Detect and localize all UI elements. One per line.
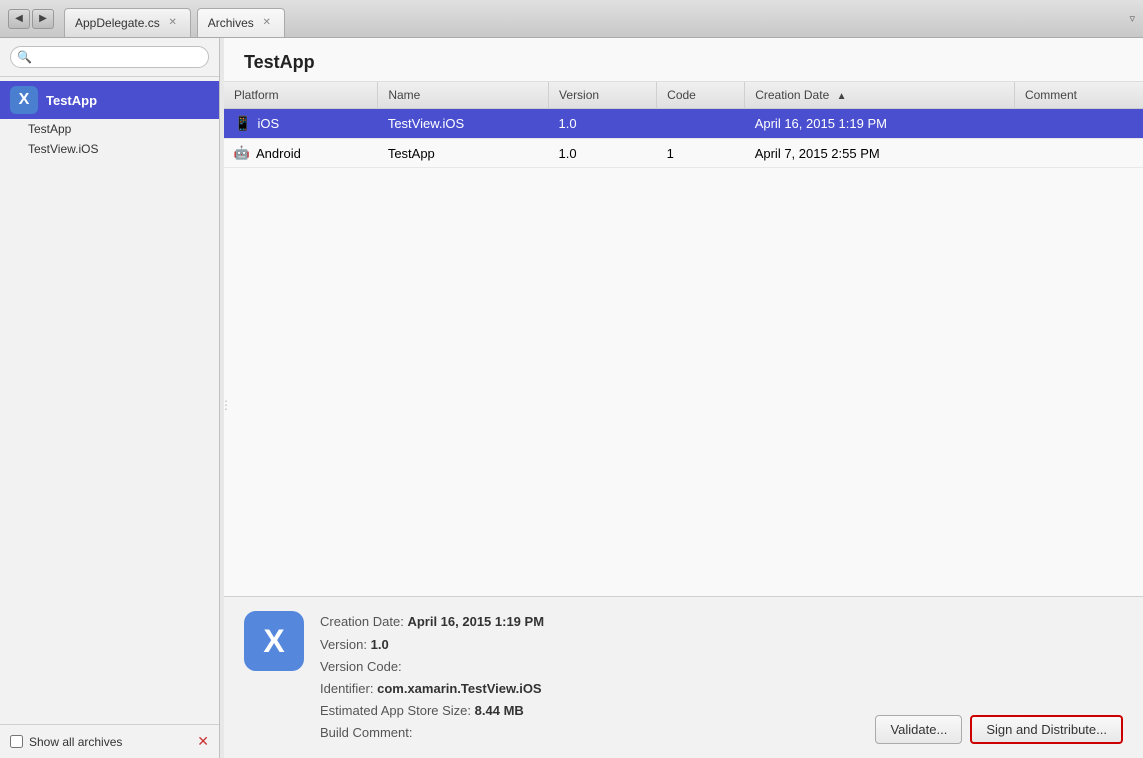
row2-comment [1014, 139, 1143, 168]
row1-version: 1.0 [549, 109, 657, 139]
archives-data-table: Platform Name Version Code Creation Date [224, 82, 1143, 168]
row1-platform: 📱 iOS [224, 109, 378, 139]
tab-archives[interactable]: Archives ✕ [197, 8, 285, 38]
detail-app-icon: X [244, 611, 304, 671]
android-icon: 🤖 [234, 145, 250, 161]
validate-button[interactable]: Validate... [875, 715, 962, 744]
sidebar-tree: X TestApp TestApp TestView.iOS [0, 77, 219, 724]
sidebar-subitem-testview-ios-label: TestView.iOS [28, 142, 98, 156]
row1-code [657, 109, 745, 139]
row2-platform: 🤖 Android [224, 139, 378, 168]
table-row[interactable]: 📱 iOS TestView.iOS 1.0 April 16, 2015 1:… [224, 109, 1143, 139]
detail-version-code: Version Code: [320, 656, 859, 678]
back-button[interactable]: ◀ [8, 9, 30, 29]
tab-archives-close[interactable]: ✕ [260, 16, 274, 30]
col-version[interactable]: Version [549, 82, 657, 109]
action-buttons: Validate... Sign and Distribute... [875, 715, 1123, 744]
detail-version: Version: 1.0 [320, 634, 859, 656]
xamarin-icon: X [10, 86, 38, 114]
title-bar-right: ▿ [1129, 12, 1135, 25]
search-bar: 🔍 [0, 38, 219, 77]
main-layout: 🔍 X TestApp TestApp TestView.iOS Show al… [0, 38, 1143, 758]
archive-table: Platform Name Version Code Creation Date [224, 82, 1143, 596]
search-input[interactable] [10, 46, 209, 68]
row2-code: 1 [657, 139, 745, 168]
nav-buttons: ◀ ▶ [8, 9, 54, 29]
sidebar-item-testapp[interactable]: X TestApp [0, 81, 219, 119]
detail-creation-date-value: April 16, 2015 1:19 PM [407, 614, 544, 629]
content-area: TestApp Platform Name Version [224, 38, 1143, 758]
col-platform[interactable]: Platform [224, 82, 378, 109]
sidebar: 🔍 X TestApp TestApp TestView.iOS Show al… [0, 38, 220, 758]
tab-appdelegate-close[interactable]: ✕ [166, 16, 180, 30]
ios-icon: 📱 [234, 115, 251, 132]
col-name[interactable]: Name [378, 82, 549, 109]
sidebar-subitem-testapp-label: TestApp [28, 122, 71, 136]
tab-archives-label: Archives [208, 16, 254, 30]
detail-identifier: Identifier: com.xamarin.TestView.iOS [320, 678, 859, 700]
col-creation-date[interactable]: Creation Date ▲ [745, 82, 1015, 109]
detail-version-value: 1.0 [371, 637, 389, 652]
sidebar-subitem-testapp[interactable]: TestApp [0, 119, 219, 139]
sort-arrow-creation-date: ▲ [837, 91, 847, 102]
sidebar-bottom: Show all archives ✕ [0, 724, 219, 758]
tab-appdelegate-label: AppDelegate.cs [75, 16, 160, 30]
row1-comment [1014, 109, 1143, 139]
detail-panel: X Creation Date: April 16, 2015 1:19 PM … [224, 596, 1143, 758]
forward-button[interactable]: ▶ [32, 9, 54, 29]
table-row[interactable]: 🤖 Android TestApp 1.0 1 April 7, 2015 2:… [224, 139, 1143, 168]
detail-estimated-size-value: 8.44 MB [475, 703, 524, 718]
content-title: TestApp [224, 38, 1143, 82]
detail-actions: Validate... Sign and Distribute... [875, 715, 1123, 744]
search-icon: 🔍 [17, 50, 32, 64]
detail-identifier-value: com.xamarin.TestView.iOS [377, 681, 542, 696]
table-header-row: Platform Name Version Code Creation Date [224, 82, 1143, 109]
clear-button[interactable]: ✕ [197, 733, 209, 750]
show-all-label: Show all archives [29, 735, 122, 749]
show-all-archives-checkbox[interactable]: Show all archives [10, 735, 122, 749]
detail-estimated-size: Estimated App Store Size: 8.44 MB [320, 700, 859, 722]
title-bar: ◀ ▶ AppDelegate.cs ✕ Archives ✕ ▿ [0, 0, 1143, 38]
sidebar-item-testapp-label: TestApp [46, 93, 97, 108]
row2-version: 1.0 [549, 139, 657, 168]
detail-build-comment: Build Comment: [320, 722, 859, 744]
show-all-checkbox-input[interactable] [10, 735, 23, 748]
sign-and-distribute-button[interactable]: Sign and Distribute... [970, 715, 1123, 744]
resize-handle[interactable] [220, 38, 224, 758]
row2-name: TestApp [378, 139, 549, 168]
row1-name: TestView.iOS [378, 109, 549, 139]
row2-creation-date: April 7, 2015 2:55 PM [745, 139, 1015, 168]
sidebar-subitem-testview-ios[interactable]: TestView.iOS [0, 139, 219, 159]
tab-appdelegate[interactable]: AppDelegate.cs ✕ [64, 8, 191, 38]
detail-creation-date: Creation Date: April 16, 2015 1:19 PM [320, 611, 859, 633]
detail-info: Creation Date: April 16, 2015 1:19 PM Ve… [320, 611, 859, 744]
col-comment[interactable]: Comment [1014, 82, 1143, 109]
col-code[interactable]: Code [657, 82, 745, 109]
row1-creation-date: April 16, 2015 1:19 PM [745, 109, 1015, 139]
